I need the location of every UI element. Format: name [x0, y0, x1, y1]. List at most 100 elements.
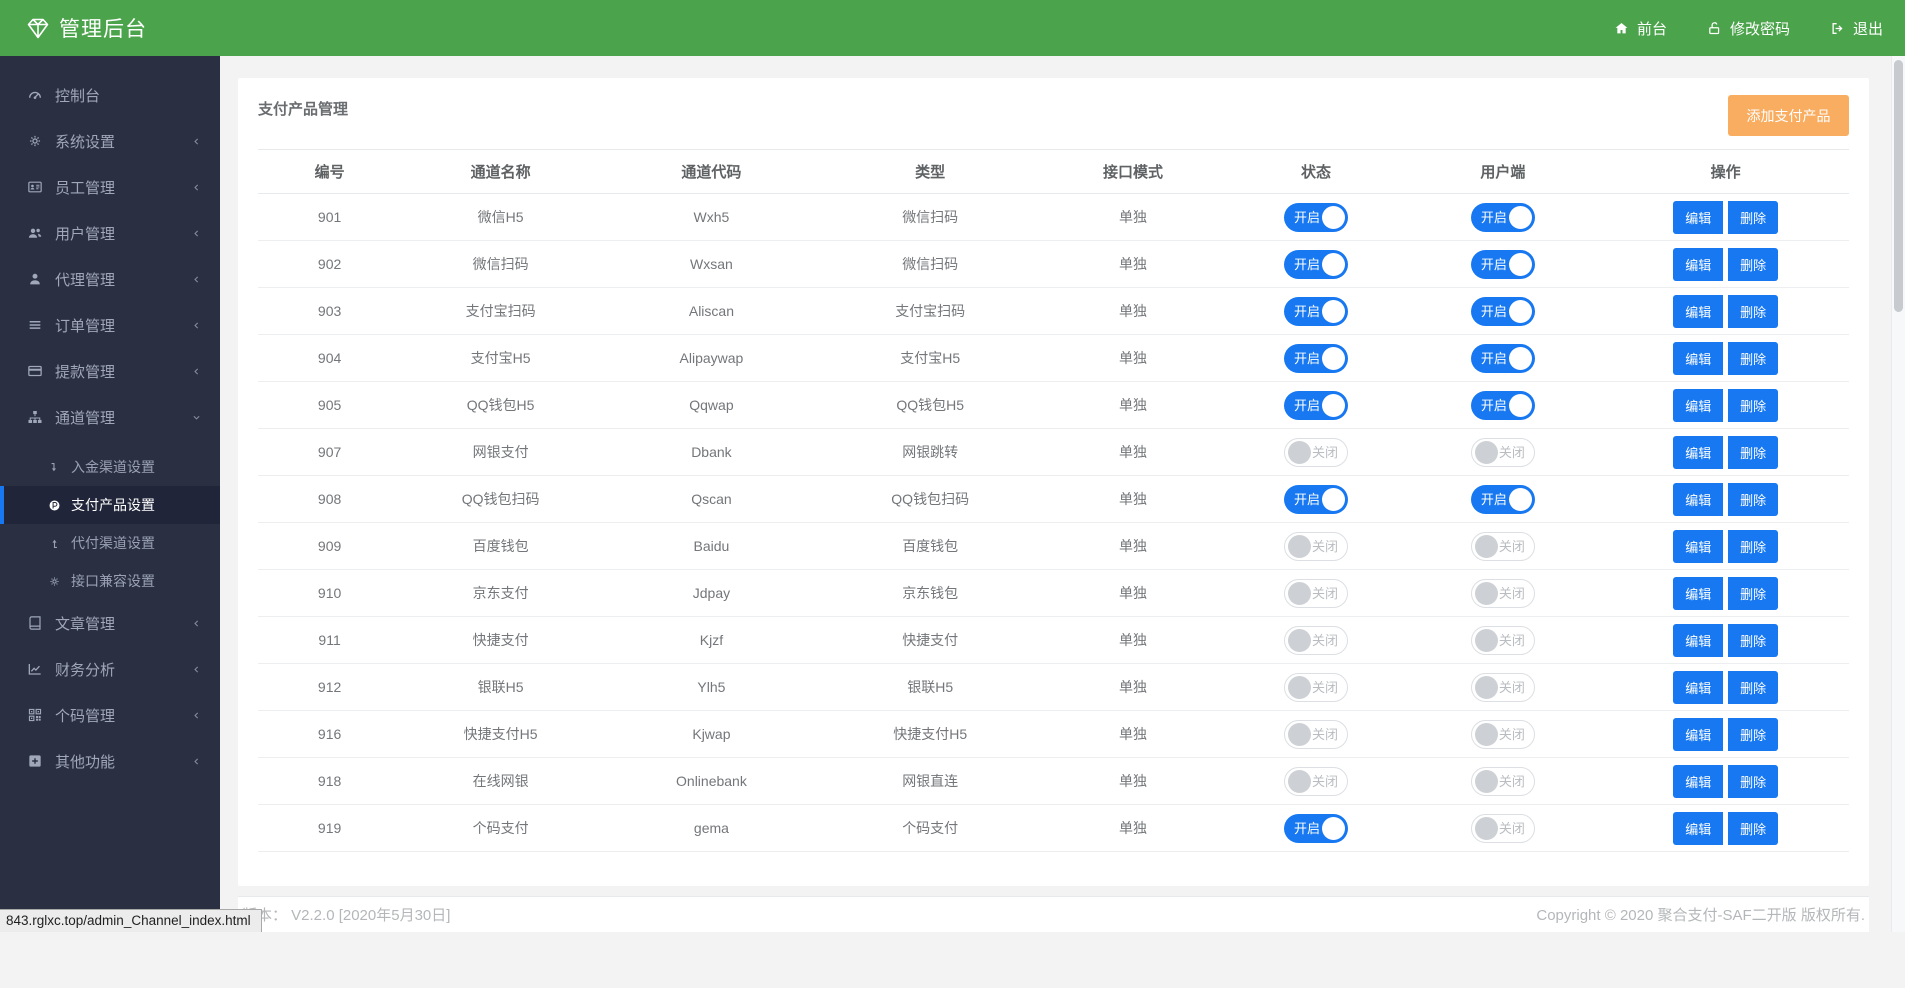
col-actions: 操作 — [1602, 150, 1849, 194]
cell-mode: 单独 — [1038, 476, 1229, 523]
edit-button[interactable]: 编辑 — [1673, 671, 1723, 704]
client-toggle[interactable]: 开启 — [1471, 391, 1535, 420]
edit-button[interactable]: 编辑 — [1673, 248, 1723, 281]
credit-card-icon — [26, 363, 44, 379]
delete-button[interactable]: 删除 — [1728, 530, 1778, 563]
col-type: 类型 — [823, 150, 1038, 194]
topnav-item-logout[interactable]: 退出 — [1830, 18, 1883, 39]
cell-id: 909 — [258, 523, 401, 570]
edit-button[interactable]: 编辑 — [1673, 295, 1723, 328]
add-payment-product-button[interactable]: 添加支付产品 — [1728, 95, 1849, 136]
edit-button[interactable]: 编辑 — [1673, 577, 1723, 610]
table-row: 916 快捷支付H5 Kjwap 快捷支付H5 单独 关闭 — [258, 711, 1849, 758]
toggle-label: 关闭 — [1499, 587, 1525, 600]
page-title: 支付产品管理 — [258, 98, 1849, 119]
delete-button[interactable]: 删除 — [1728, 201, 1778, 234]
delete-button[interactable]: 删除 — [1728, 577, 1778, 610]
status-toggle[interactable]: 关闭 — [1284, 720, 1348, 749]
cell-client: 关闭 — [1403, 664, 1602, 711]
status-toggle[interactable]: 开启 — [1284, 485, 1348, 514]
client-toggle[interactable]: 关闭 — [1471, 767, 1535, 796]
payment-products-card: 支付产品管理 添加支付产品 编号 通道名称 通道代码 类型 接口模式 状态 用户… — [238, 78, 1869, 886]
sidebar-item-channel-management[interactable]: 通道管理 — [0, 394, 220, 440]
status-toggle[interactable]: 关闭 — [1284, 579, 1348, 608]
sidebar-item-user-management[interactable]: 用户管理 — [0, 210, 220, 256]
edit-button[interactable]: 编辑 — [1673, 436, 1723, 469]
delete-button[interactable]: 删除 — [1728, 624, 1778, 657]
client-toggle[interactable]: 开启 — [1471, 297, 1535, 326]
sidebar-item-other-functions[interactable]: 其他功能 — [0, 738, 220, 784]
client-toggle[interactable]: 开启 — [1471, 203, 1535, 232]
sidebar-item-withdraw-management[interactable]: 提款管理 — [0, 348, 220, 394]
vertical-scrollbar[interactable] — [1891, 56, 1905, 932]
status-toggle[interactable]: 关闭 — [1284, 673, 1348, 702]
status-toggle[interactable]: 关闭 — [1284, 438, 1348, 467]
plus-square-icon — [26, 753, 44, 769]
brand-title: 管理后台 — [59, 13, 147, 43]
sidebar-item-deposit-channel-settings[interactable]: 入金渠道设置 — [0, 448, 220, 486]
status-toggle[interactable]: 开启 — [1284, 814, 1348, 843]
sidebar-item-system-settings[interactable]: 系统设置 — [0, 118, 220, 164]
client-toggle[interactable]: 关闭 — [1471, 438, 1535, 467]
status-toggle[interactable]: 开启 — [1284, 250, 1348, 279]
status-toggle[interactable]: 关闭 — [1284, 532, 1348, 561]
edit-button[interactable]: 编辑 — [1673, 812, 1723, 845]
cell-type: 网银跳转 — [823, 429, 1038, 476]
sidebar-item-interface-compat-settings[interactable]: 接口兼容设置 — [0, 562, 220, 600]
edit-button[interactable]: 编辑 — [1673, 718, 1723, 751]
delete-button[interactable]: 删除 — [1728, 342, 1778, 375]
scrollbar-thumb[interactable] — [1894, 60, 1903, 312]
delete-button[interactable]: 删除 — [1728, 812, 1778, 845]
delete-button[interactable]: 删除 — [1728, 483, 1778, 516]
delete-button[interactable]: 删除 — [1728, 389, 1778, 422]
topnav-item-frontend[interactable]: 前台 — [1614, 18, 1667, 39]
brand[interactable]: 管理后台 — [26, 13, 147, 43]
client-toggle[interactable]: 开启 — [1471, 250, 1535, 279]
cell-client: 开启 — [1403, 382, 1602, 429]
sidebar-item-article-management[interactable]: 文章管理 — [0, 600, 220, 646]
client-toggle[interactable]: 关闭 — [1471, 720, 1535, 749]
sidebar-item-payout-channel-settings[interactable]: 代付渠道设置 — [0, 524, 220, 562]
status-toggle[interactable]: 关闭 — [1284, 626, 1348, 655]
edit-button[interactable]: 编辑 — [1673, 624, 1723, 657]
client-toggle[interactable]: 关闭 — [1471, 579, 1535, 608]
sidebar-item-order-management[interactable]: 订单管理 — [0, 302, 220, 348]
table-row: 912 银联H5 Ylh5 银联H5 单独 关闭 — [258, 664, 1849, 711]
delete-button[interactable]: 删除 — [1728, 765, 1778, 798]
client-toggle[interactable]: 开启 — [1471, 344, 1535, 373]
edit-button[interactable]: 编辑 — [1673, 530, 1723, 563]
status-toggle[interactable]: 开启 — [1284, 344, 1348, 373]
user-icon — [26, 271, 44, 287]
edit-button[interactable]: 编辑 — [1673, 389, 1723, 422]
client-toggle[interactable]: 关闭 — [1471, 532, 1535, 561]
cell-type: 京东钱包 — [823, 570, 1038, 617]
client-toggle[interactable]: 开启 — [1471, 485, 1535, 514]
status-toggle[interactable]: 开启 — [1284, 297, 1348, 326]
edit-button[interactable]: 编辑 — [1673, 765, 1723, 798]
client-toggle[interactable]: 关闭 — [1471, 814, 1535, 843]
client-toggle[interactable]: 关闭 — [1471, 673, 1535, 702]
cell-type: 网银直连 — [823, 758, 1038, 805]
edit-button[interactable]: 编辑 — [1673, 483, 1723, 516]
delete-button[interactable]: 删除 — [1728, 718, 1778, 751]
delete-button[interactable]: 删除 — [1728, 671, 1778, 704]
sidebar-item-dashboard[interactable]: 控制台 — [0, 72, 220, 118]
sidebar-item-staff-management[interactable]: 员工管理 — [0, 164, 220, 210]
delete-button[interactable]: 删除 — [1728, 295, 1778, 328]
toggle-label: 开启 — [1481, 399, 1507, 412]
sidebar-item-finance-analysis[interactable]: 财务分析 — [0, 646, 220, 692]
status-toggle[interactable]: 关闭 — [1284, 767, 1348, 796]
sidebar-item-agent-management[interactable]: 代理管理 — [0, 256, 220, 302]
cell-mode: 单独 — [1038, 429, 1229, 476]
status-toggle[interactable]: 开启 — [1284, 391, 1348, 420]
edit-button[interactable]: 编辑 — [1673, 201, 1723, 234]
topnav-item-change-password[interactable]: 修改密码 — [1707, 18, 1790, 39]
sidebar-item-payment-product-settings[interactable]: 支付产品设置 — [0, 486, 220, 524]
cell-id: 912 — [258, 664, 401, 711]
edit-button[interactable]: 编辑 — [1673, 342, 1723, 375]
status-toggle[interactable]: 开启 — [1284, 203, 1348, 232]
client-toggle[interactable]: 关闭 — [1471, 626, 1535, 655]
sidebar-item-personal-code-management[interactable]: 个码管理 — [0, 692, 220, 738]
delete-button[interactable]: 删除 — [1728, 436, 1778, 469]
delete-button[interactable]: 删除 — [1728, 248, 1778, 281]
